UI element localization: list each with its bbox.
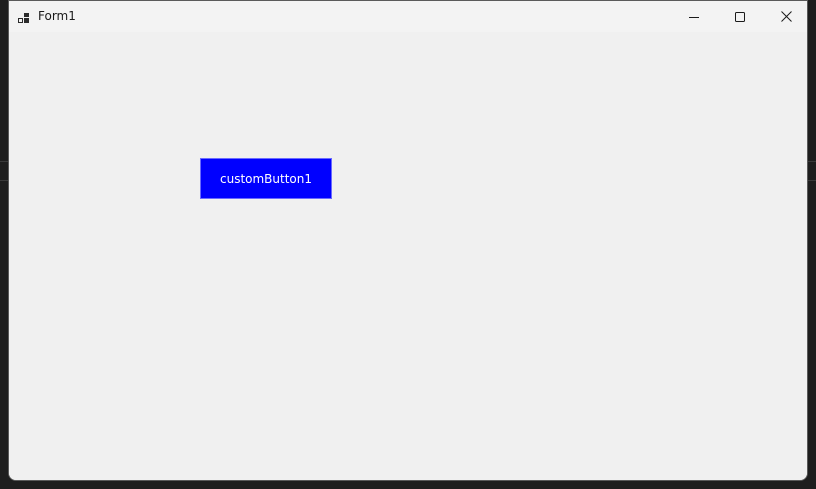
title-bar[interactable]: Form1 [9, 1, 807, 32]
form-client-area: customButton1 [9, 32, 807, 480]
window-title: Form1 [38, 9, 76, 23]
custom-button[interactable]: customButton1 [200, 158, 332, 199]
close-button[interactable] [763, 1, 807, 32]
close-icon [780, 7, 792, 26]
minimize-icon [689, 7, 699, 26]
minimize-button[interactable] [671, 1, 717, 32]
maximize-button[interactable] [717, 1, 763, 32]
maximize-icon [735, 7, 745, 26]
app-window-icon [18, 10, 31, 23]
form-window: Form1 customButton1 [8, 0, 808, 481]
